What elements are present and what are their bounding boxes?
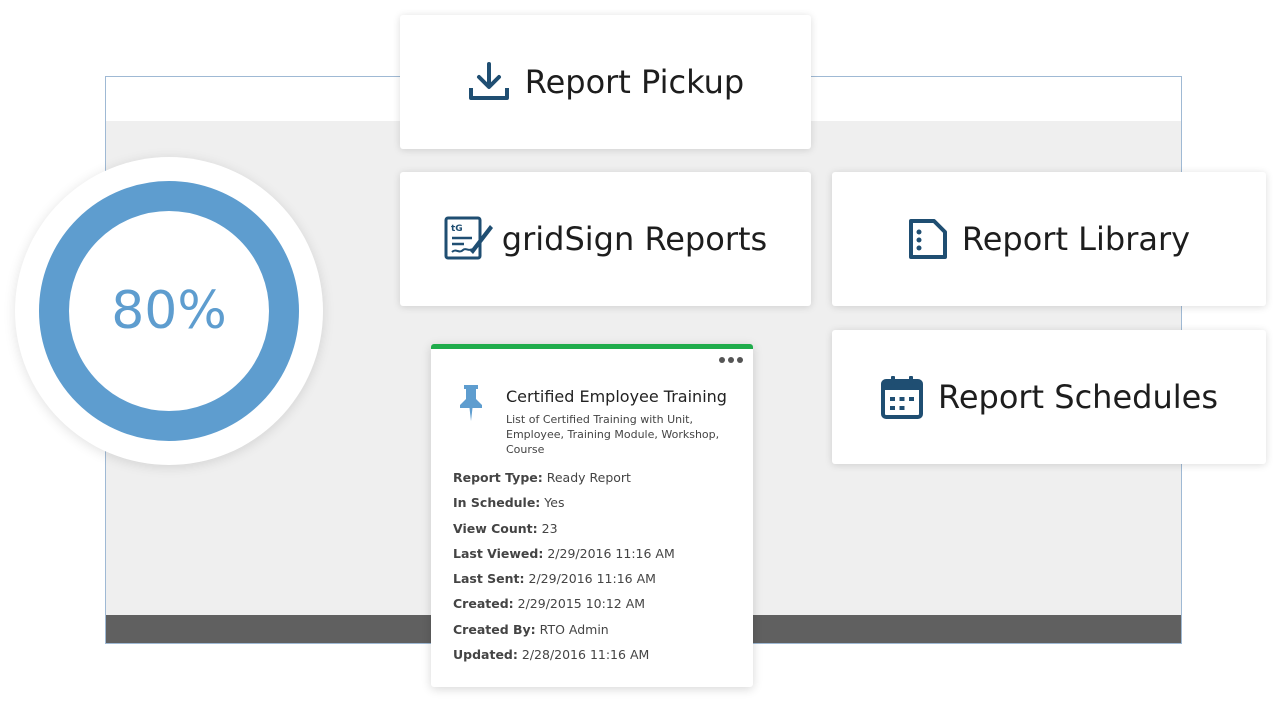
detail-row: In Schedule: Yes (453, 495, 565, 511)
report-library-card[interactable]: Report Library (832, 172, 1266, 306)
report-title: Certified Employee Training (506, 387, 727, 406)
report-pickup-card[interactable]: Report Pickup (400, 15, 811, 149)
report-library-label: Report Library (961, 220, 1191, 258)
report-description: List of Certified Training with Unit, Em… (506, 413, 720, 456)
svg-text:tG: tG (451, 224, 463, 234)
progress-donut: 80% (15, 157, 323, 465)
report-schedules-label: Report Schedules (938, 378, 1218, 416)
report-pickup-label: Report Pickup (524, 63, 745, 101)
detail-row: Report Type: Ready Report (453, 470, 631, 485)
progress-percent-label: 80% (111, 281, 227, 341)
more-options-icon[interactable] (719, 357, 743, 363)
detail-row: Last Sent: 2/29/2016 11:16 AM (453, 571, 656, 587)
detail-row: Created By: RTO Admin (453, 621, 609, 637)
pin-icon[interactable] (455, 383, 487, 427)
gridsign-reports-card[interactable]: tG gridSign Reports (400, 172, 811, 306)
report-detail-card[interactable]: Certified Employee Training List of Cert… (431, 344, 753, 687)
gridsign-icon: tG (444, 215, 494, 263)
detail-row: View Count: 23 (453, 520, 558, 536)
detail-row: Created: 2/29/2015 10:12 AM (453, 596, 646, 612)
download-icon (467, 60, 511, 104)
report-schedules-card[interactable]: Report Schedules (832, 330, 1266, 464)
gridsign-reports-label: gridSign Reports (501, 220, 768, 258)
detail-row: Updated: 2/28/2016 11:16 AM (453, 647, 650, 663)
detail-row: Last Viewed: 2/29/2016 11:16 AM (453, 545, 675, 561)
calendar-icon (880, 374, 924, 420)
document-list-icon (908, 218, 948, 260)
report-details-list: Report Type: Ready Report In Schedule: Y… (453, 465, 675, 667)
